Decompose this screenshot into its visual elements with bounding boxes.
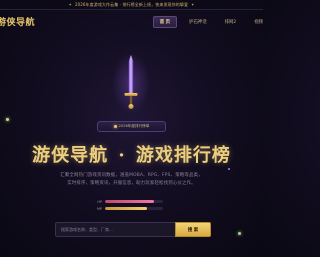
- site-header: 游侠导航 首 页 护石神话 排网2 视频: [0, 11, 263, 33]
- title-part-1: 游侠导航: [32, 145, 109, 166]
- stat-label: HP: [97, 199, 102, 204]
- stat-track: [105, 200, 163, 203]
- main-nav: 首 页 护石神话 排网2 视频: [152, 16, 269, 28]
- stat-bars: HP MP: [96, 198, 166, 212]
- sparkle-decoration: [238, 232, 241, 235]
- star-icon: ✦: [68, 2, 72, 7]
- hp-bar-fill: [105, 200, 155, 203]
- sparkle-decoration: [6, 118, 9, 121]
- dot-icon: [113, 125, 117, 128]
- mp-bar-fill: [105, 207, 147, 210]
- search-input[interactable]: [55, 222, 175, 237]
- nav-item-myth[interactable]: 护石神话: [183, 17, 213, 27]
- hero-subtitle: 汇聚全网热门游戏资讯数据，涵盖MOBA、RPG、FPS、策略等品类，实时排序，策…: [60, 173, 203, 186]
- search-button[interactable]: 搜 索: [175, 222, 211, 237]
- stat-track: [105, 207, 163, 210]
- title-part-2: 游戏排行榜: [135, 145, 231, 166]
- stat-row-hp: HP: [96, 198, 166, 205]
- year-badge: 2026年度排行榜单: [97, 121, 166, 132]
- badge-label: 2026年度排行榜单: [118, 124, 150, 128]
- page-title: 游侠导航 · 游戏排行榜: [0, 141, 263, 167]
- nav-item-home[interactable]: 首 页: [152, 16, 178, 28]
- star-icon: ✦: [191, 2, 195, 7]
- announcement-bar: ✦ 2026年度游戏大作云集 · 排行榜全新上线，快来发现你的挚爱 ✦: [0, 0, 263, 10]
- search-bar: 搜 索: [55, 222, 211, 237]
- nav-item-video[interactable]: 视频: [248, 17, 269, 27]
- announcement-text: 2026年度游戏大作云集 · 排行榜全新上线，快来发现你的挚爱: [74, 1, 189, 7]
- nav-item-rank[interactable]: 排网2: [219, 17, 243, 27]
- site-logo[interactable]: 游侠导航: [0, 15, 35, 28]
- sword-icon: [124, 55, 138, 109]
- sparkle-decoration: [228, 168, 230, 170]
- stat-label: MP: [97, 206, 102, 211]
- stat-row-mp: MP: [96, 205, 166, 212]
- title-separator: ·: [118, 145, 126, 166]
